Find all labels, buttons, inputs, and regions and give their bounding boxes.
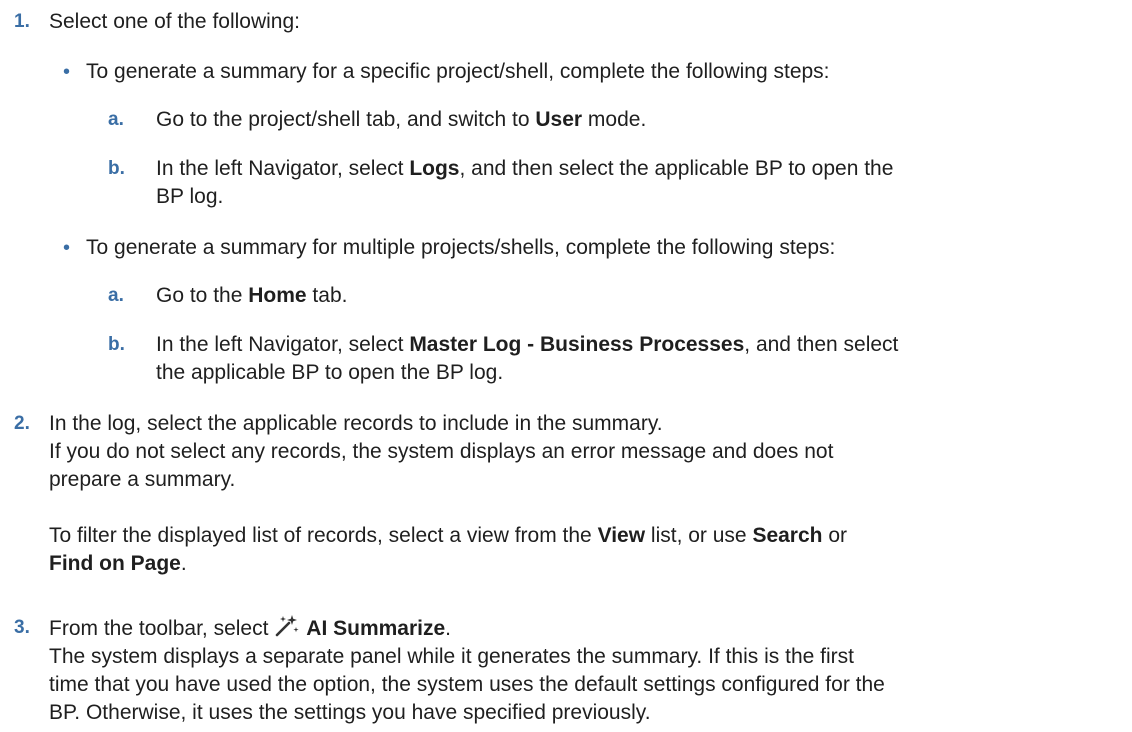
substep-letter: b. bbox=[108, 334, 125, 355]
step-text: Select one of the following: bbox=[49, 10, 300, 33]
bullet-marker: • bbox=[63, 237, 71, 259]
substep-text: Go to the project/shell tab, and switch … bbox=[156, 108, 647, 131]
substep-text: In the left Navigator, select Logs, and … bbox=[156, 157, 894, 208]
step-text: In the log, select the applicable record… bbox=[49, 412, 834, 491]
ai-summarize-ref: AI Summarize bbox=[306, 617, 446, 640]
find-on-page-ref: Find on Page bbox=[49, 552, 181, 575]
substep-text: In the left Navigator, select Master Log… bbox=[156, 333, 899, 384]
view-list-ref: View bbox=[597, 524, 646, 547]
search-ref: Search bbox=[752, 524, 823, 547]
step-number: 1. bbox=[14, 11, 30, 32]
procedure-document: 1. Select one of the following: • To gen… bbox=[0, 0, 1132, 732]
substep-letter: a. bbox=[108, 109, 124, 130]
magic-wand-sparkle-icon bbox=[274, 614, 300, 638]
bullet-marker: • bbox=[63, 61, 71, 83]
substep-letter: b. bbox=[108, 158, 125, 179]
option-text: To generate a summary for multiple proje… bbox=[86, 236, 836, 259]
option-text: To generate a summary for a specific pro… bbox=[86, 60, 830, 83]
step-2-filter-note: To filter the displayed list of records,… bbox=[49, 524, 847, 575]
step-number: 3. bbox=[14, 617, 30, 638]
step-text: From the toolbar, select AI Summarize. Th… bbox=[49, 614, 1124, 727]
substep-text: Go to the Home tab. bbox=[156, 284, 348, 307]
step-number: 2. bbox=[14, 413, 30, 434]
substep-letter: a. bbox=[108, 285, 124, 306]
